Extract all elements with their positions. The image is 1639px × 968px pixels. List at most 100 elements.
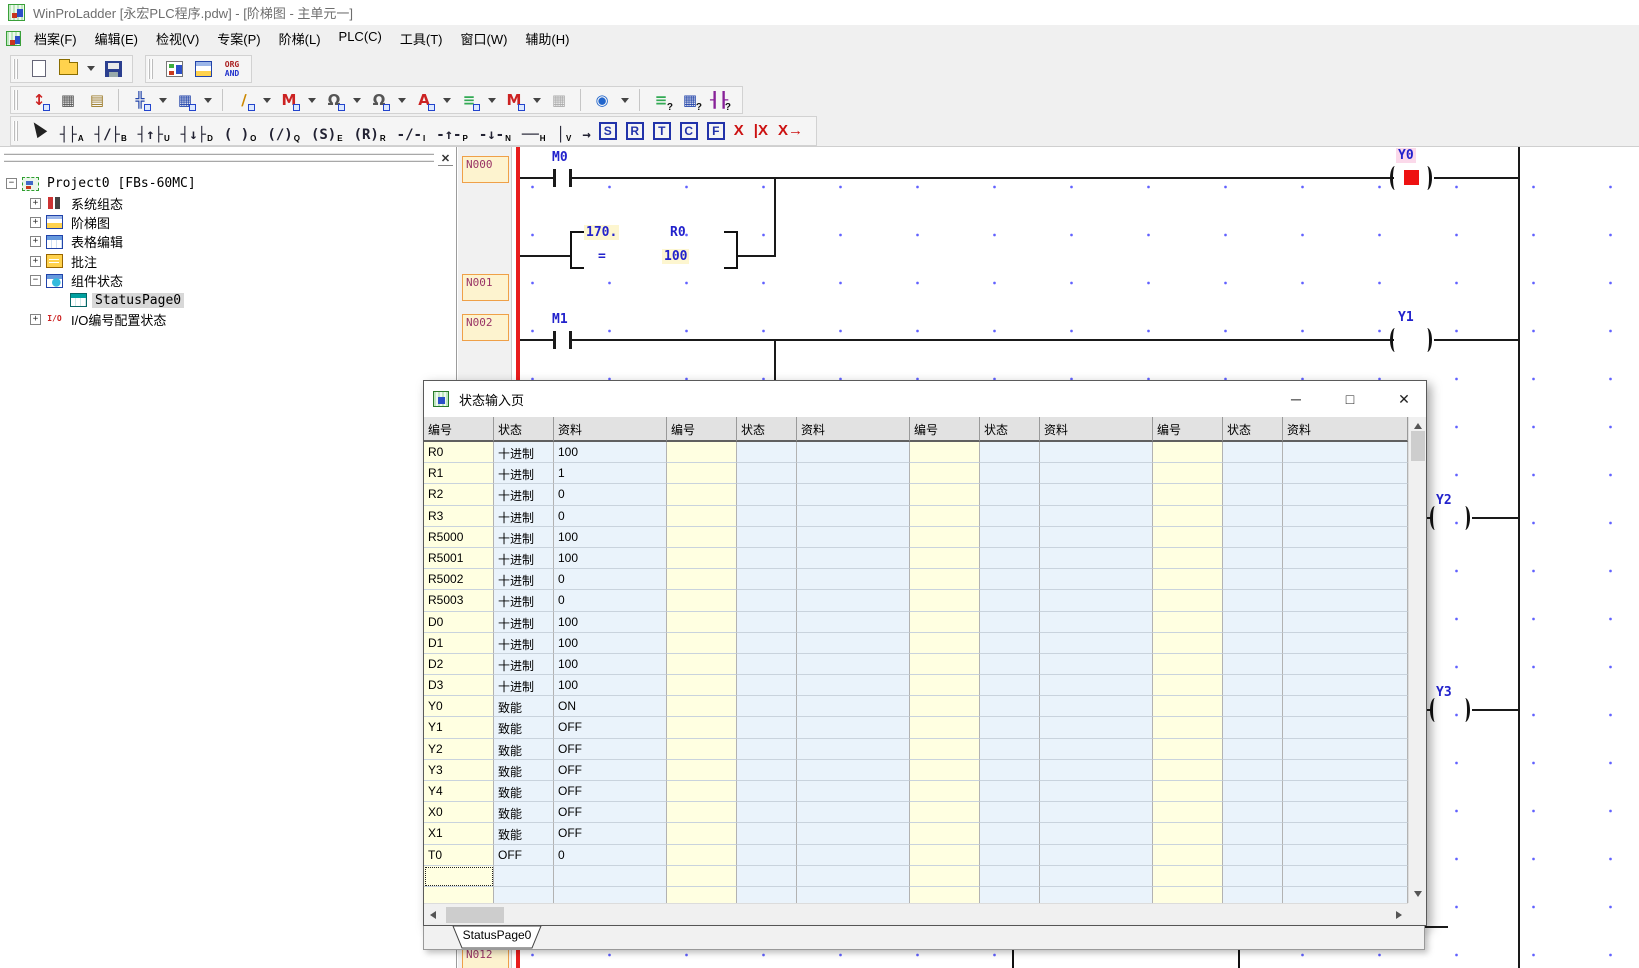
status-cell[interactable] bbox=[1040, 590, 1153, 611]
expand-icon[interactable]: + bbox=[30, 236, 41, 247]
delete-tool-0[interactable]: X bbox=[734, 122, 744, 139]
status-cell[interactable] bbox=[667, 781, 737, 802]
status-cell[interactable] bbox=[1223, 675, 1283, 696]
status-cell[interactable] bbox=[910, 569, 980, 590]
status-cell[interactable] bbox=[1283, 675, 1408, 696]
status-cell[interactable] bbox=[737, 802, 797, 823]
status-cell[interactable]: 十进制 bbox=[494, 654, 554, 675]
status-cell[interactable] bbox=[1283, 802, 1408, 823]
status-cell[interactable] bbox=[1040, 802, 1153, 823]
menu-item[interactable]: 辅助(H) bbox=[516, 26, 578, 51]
status-cell[interactable] bbox=[1223, 612, 1283, 633]
status-cell[interactable] bbox=[910, 548, 980, 569]
status-cell[interactable] bbox=[1153, 484, 1223, 505]
status-cell[interactable] bbox=[1040, 866, 1153, 887]
plc-run-button[interactable]: Ω bbox=[321, 88, 347, 112]
status-cell[interactable] bbox=[1223, 802, 1283, 823]
column-header[interactable]: 状态 bbox=[494, 417, 554, 442]
status-cell[interactable] bbox=[1223, 760, 1283, 781]
menu-item[interactable]: 专案(P) bbox=[208, 26, 269, 51]
status-cell[interactable] bbox=[1283, 823, 1408, 844]
project-window-button[interactable] bbox=[161, 57, 187, 81]
status-cell[interactable] bbox=[910, 506, 980, 527]
status-cell[interactable] bbox=[1283, 845, 1408, 866]
menu-item[interactable]: 档案(F) bbox=[25, 26, 86, 51]
column-header[interactable]: 编号 bbox=[667, 417, 737, 442]
coil-y1[interactable] bbox=[1422, 328, 1432, 352]
status-cell[interactable] bbox=[980, 739, 1040, 760]
online-edit-button[interactable]: A bbox=[411, 88, 437, 112]
status-cell[interactable] bbox=[797, 675, 910, 696]
status-cell[interactable] bbox=[910, 590, 980, 611]
network-label-n000[interactable]: N000 bbox=[462, 156, 509, 183]
status-cell[interactable]: 0 bbox=[554, 506, 667, 527]
ladder-tool-Q[interactable]: (/)Q bbox=[264, 118, 303, 144]
status-cell[interactable] bbox=[667, 739, 737, 760]
status-cell[interactable] bbox=[797, 654, 910, 675]
status-cell[interactable]: OFF bbox=[554, 823, 667, 844]
status-cell[interactable] bbox=[1283, 760, 1408, 781]
status-cell[interactable] bbox=[797, 823, 910, 844]
status-cell[interactable] bbox=[1283, 590, 1408, 611]
dialog-title-bar[interactable]: 状态输入页 ─ □ ✕ bbox=[424, 381, 1426, 417]
status-cell[interactable] bbox=[737, 548, 797, 569]
status-cell[interactable] bbox=[667, 590, 737, 611]
status-cell[interactable]: 十进制 bbox=[494, 442, 554, 463]
online-edit-dropdown[interactable] bbox=[440, 88, 453, 112]
status-cell[interactable]: D2 bbox=[424, 654, 494, 675]
tree-item-[interactable]: +系统组态 bbox=[0, 193, 456, 212]
status-cell[interactable] bbox=[1223, 442, 1283, 463]
status-cell[interactable]: 100 bbox=[554, 442, 667, 463]
status-cell[interactable] bbox=[910, 781, 980, 802]
status-cell[interactable] bbox=[667, 569, 737, 590]
status-cell[interactable] bbox=[737, 823, 797, 844]
status-cell[interactable] bbox=[1040, 633, 1153, 654]
status-cell[interactable] bbox=[1223, 590, 1283, 611]
coil-y0[interactable] bbox=[1422, 166, 1432, 190]
status-cell[interactable] bbox=[1223, 548, 1283, 569]
status-cell[interactable] bbox=[980, 548, 1040, 569]
coil-y2[interactable] bbox=[1430, 506, 1440, 530]
scroll-down-icon[interactable] bbox=[1414, 891, 1422, 897]
status-cell[interactable] bbox=[1040, 506, 1153, 527]
status-cell[interactable] bbox=[1283, 506, 1408, 527]
status-cell[interactable] bbox=[910, 463, 980, 484]
status-cell[interactable] bbox=[797, 442, 910, 463]
status-cell[interactable] bbox=[1040, 675, 1153, 696]
status-cell[interactable] bbox=[797, 484, 910, 505]
status-cell[interactable] bbox=[910, 760, 980, 781]
status-cell[interactable] bbox=[980, 569, 1040, 590]
close-button[interactable]: ✕ bbox=[1382, 385, 1426, 413]
status-cell[interactable] bbox=[797, 717, 910, 738]
status-cell[interactable] bbox=[1223, 866, 1283, 887]
open-file-button[interactable] bbox=[55, 57, 81, 81]
column-header[interactable]: 资料 bbox=[797, 417, 910, 442]
status-cell[interactable] bbox=[1040, 548, 1153, 569]
status-cell[interactable] bbox=[667, 845, 737, 866]
status-cell[interactable] bbox=[1153, 548, 1223, 569]
status-cell[interactable] bbox=[797, 866, 910, 887]
status-cell[interactable] bbox=[1283, 527, 1408, 548]
delete-tool-1[interactable]: |X bbox=[754, 122, 768, 139]
expand-icon[interactable]: + bbox=[30, 314, 41, 325]
collapse-icon[interactable]: − bbox=[30, 275, 41, 286]
status-cell[interactable] bbox=[1283, 887, 1408, 903]
scroll-right-icon[interactable] bbox=[1396, 911, 1402, 919]
ladder-tool-I[interactable]: -/-I bbox=[394, 118, 429, 144]
status-cell[interactable] bbox=[1153, 887, 1223, 903]
status-cell[interactable]: 十进制 bbox=[494, 590, 554, 611]
edit-pencil-dropdown[interactable] bbox=[260, 88, 273, 112]
status-cell[interactable] bbox=[1153, 442, 1223, 463]
status-cell[interactable] bbox=[1223, 845, 1283, 866]
monitor-page-dropdown[interactable] bbox=[530, 88, 543, 112]
status-cell[interactable]: 十进制 bbox=[494, 548, 554, 569]
mdi-child-icon[interactable] bbox=[6, 31, 21, 46]
panel-grip-line[interactable] bbox=[4, 152, 434, 155]
status-cell[interactable]: Y1 bbox=[424, 717, 494, 738]
status-cell[interactable] bbox=[910, 802, 980, 823]
compare-block-right-bracket[interactable] bbox=[724, 231, 738, 269]
status-cell[interactable] bbox=[667, 506, 737, 527]
status-cell[interactable] bbox=[1223, 739, 1283, 760]
status-cell[interactable] bbox=[1040, 442, 1153, 463]
column-header[interactable]: 状态 bbox=[980, 417, 1040, 442]
